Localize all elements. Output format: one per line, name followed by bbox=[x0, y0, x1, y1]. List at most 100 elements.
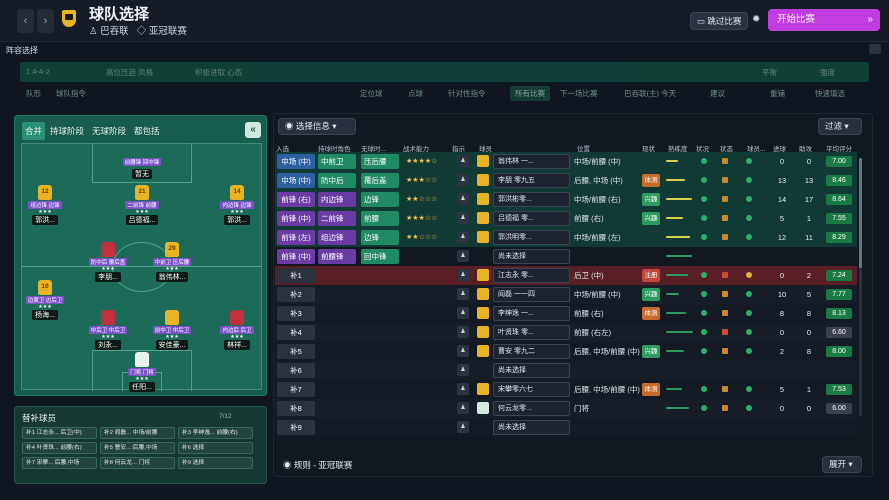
instruction-icon[interactable]: ♟ bbox=[457, 155, 469, 167]
position-slot-button[interactable]: 补9 bbox=[277, 420, 315, 435]
position-slot-button[interactable]: 补6 bbox=[277, 363, 315, 378]
player-select[interactable]: 曹安 零九二 bbox=[493, 344, 570, 359]
style-select[interactable]: 高位压迫 风格 bbox=[106, 67, 153, 78]
pitch-slot-rb[interactable]: 内边后 后卫 ★★★ 林祥... bbox=[217, 310, 257, 350]
position-slot-button[interactable]: 补7 bbox=[277, 382, 315, 397]
position-slot-button[interactable]: 补3 bbox=[277, 306, 315, 321]
instruction-icon[interactable]: ♟ bbox=[457, 288, 469, 300]
instruction-icon[interactable]: ♟ bbox=[457, 193, 469, 205]
position-slot-button[interactable]: 前锋 (中) bbox=[277, 211, 315, 226]
sub-chip[interactable]: 补3 李绅逸... 前腰(右) bbox=[178, 427, 253, 439]
tab-both[interactable]: 都包括 bbox=[131, 122, 163, 140]
player-select[interactable]: 宋攀零六七 bbox=[493, 382, 570, 397]
table-row[interactable]: 补7 ♟ 宋攀零六七 后腰, 中场/前腰 (中) 体测 5 1 7.53 bbox=[275, 380, 857, 399]
table-row[interactable]: 补6 ♟ 尚未选择 bbox=[275, 361, 857, 380]
tab-in-possession[interactable]: 持球阶段 bbox=[47, 122, 87, 140]
position-slot-button[interactable]: 中场 (中) bbox=[277, 173, 315, 188]
forward-button[interactable]: › bbox=[37, 9, 54, 33]
table-row[interactable]: 补2 ♟ 阎磊 一一四 中场/前腰 (中) 兴趣 10 5 7.77 bbox=[275, 285, 857, 304]
instruction-icon[interactable]: ♟ bbox=[457, 421, 469, 433]
all-matches-toggle[interactable]: 所有比赛 bbox=[510, 86, 550, 101]
in-possession-role[interactable]: 组边锋 bbox=[318, 230, 356, 245]
position-slot-button[interactable]: 补5 bbox=[277, 344, 315, 359]
pitch-slot-cb-r[interactable]: 前中卫 中后卫 ★★★ 安佳豪... bbox=[152, 310, 192, 350]
sub-chip[interactable]: 补7 宋攀... 后腰,中场 bbox=[22, 457, 97, 469]
player-select[interactable]: 尚未选择 bbox=[493, 363, 570, 378]
select-info-dropdown[interactable]: ◉ 选择信息 ▾ bbox=[278, 118, 356, 135]
mentality-select[interactable]: 积极进取 心态 bbox=[195, 67, 242, 78]
skip-match-button[interactable]: ▭ 跳过比赛 bbox=[690, 12, 748, 30]
rules-link[interactable]: ◉ 规则 - 亚冠联赛 bbox=[283, 459, 352, 471]
quick-pick-button[interactable]: 快速填选 bbox=[815, 88, 845, 99]
out-of-possession-role[interactable]: 回中锋 bbox=[361, 249, 399, 264]
position-slot-button[interactable]: 补4 bbox=[277, 325, 315, 340]
suggest-button[interactable]: 建议 bbox=[710, 88, 725, 99]
start-match-button[interactable]: 开始比赛» bbox=[768, 9, 880, 31]
sub-chip[interactable]: 补1 江志永... 后卫(中) bbox=[22, 427, 97, 439]
in-possession-role[interactable]: 防中后 bbox=[318, 173, 356, 188]
tab-out-of-possession[interactable]: 无球阶段 bbox=[89, 122, 129, 140]
instruction-icon[interactable]: ♟ bbox=[457, 402, 469, 414]
formation-select[interactable]: 1 4-4-2 bbox=[26, 67, 50, 76]
player-select[interactable]: 叶贤珠 零... bbox=[493, 325, 570, 340]
close-icon[interactable] bbox=[869, 44, 881, 54]
out-of-possession-role[interactable]: 前腰 bbox=[361, 211, 399, 226]
instruction-icon[interactable]: ♟ bbox=[457, 269, 469, 281]
back-button[interactable]: ‹ bbox=[17, 9, 34, 33]
collapse-panel-button[interactable]: « bbox=[245, 122, 261, 138]
filter-dropdown[interactable]: 过滤 ▾ bbox=[818, 118, 862, 135]
out-of-possession-role[interactable]: 边锋 bbox=[361, 192, 399, 207]
expand-button[interactable]: 展开 ▾ bbox=[822, 456, 862, 473]
set-pieces-button[interactable]: 定位球 bbox=[360, 88, 383, 99]
competition-link[interactable]: ◇ 亚冠联赛 bbox=[137, 23, 187, 37]
sub-chip[interactable]: 补6 选择 bbox=[178, 442, 253, 454]
table-row[interactable]: 中场 (中) 防中后 覆后盖 ★★★☆☆ ♟ 李朋 零九五 后腰, 中场 (中) 体测 13 13… bbox=[275, 171, 857, 190]
gear-icon[interactable]: ✹ bbox=[752, 14, 760, 25]
player-select[interactable]: 尚未选择 bbox=[493, 249, 570, 264]
opposition-instructions-button[interactable]: 针对性指令 bbox=[448, 88, 486, 99]
sub-chip[interactable]: 补2 阎磊... 中场/前腰 bbox=[100, 427, 175, 439]
sub-chip[interactable]: 补9 选择 bbox=[178, 457, 253, 469]
table-row[interactable]: 补4 ♟ 叶贤珠 零... 前腰 (右左) 0 0 6.60 bbox=[275, 323, 857, 342]
player-select[interactable]: 李绅逸 一... bbox=[493, 306, 570, 321]
team-link[interactable]: ♙ 巴吞联 bbox=[89, 23, 129, 37]
player-select[interactable]: 江志永 零... bbox=[493, 268, 570, 283]
in-possession-role[interactable]: 二前锋 bbox=[318, 211, 356, 226]
out-of-possession-role[interactable]: 覆后盖 bbox=[361, 173, 399, 188]
scroll-thumb[interactable] bbox=[859, 158, 862, 268]
pitch-slot-gk[interactable]: 门将 门将 ★★★ 任阳... bbox=[122, 352, 162, 392]
table-row[interactable]: 补9 ♟ 尚未选择 bbox=[275, 418, 857, 437]
pitch-slot-st[interactable]: 前腰锋 回中锋 暂无 bbox=[122, 157, 162, 179]
next-match-toggle[interactable]: 下一场比赛 bbox=[560, 88, 598, 99]
table-row[interactable]: 前锋 (中) 前腰锋 回中锋 ♟ 尚未选择 bbox=[275, 247, 857, 266]
pitch-slot-cb-l[interactable]: 中后卫 中后卫 ★★★ 刘永... bbox=[88, 310, 128, 350]
position-slot-button[interactable]: 补2 bbox=[277, 287, 315, 302]
in-possession-role[interactable]: 前腰锋 bbox=[318, 249, 356, 264]
table-row[interactable]: 补3 ♟ 李绅逸 一... 前腰 (右) 体测 8 8 8.13 bbox=[275, 304, 857, 323]
player-select[interactable]: 尚未选择 bbox=[493, 420, 570, 435]
player-select[interactable]: 吕德福 零... bbox=[493, 211, 570, 226]
instruction-icon[interactable]: ♟ bbox=[457, 174, 469, 186]
in-possession-role[interactable]: 内边锋 bbox=[318, 192, 356, 207]
instruction-icon[interactable]: ♟ bbox=[457, 326, 469, 338]
instruction-icon[interactable]: ♟ bbox=[457, 231, 469, 243]
sub-chip[interactable]: 补8 何云龙... 门将 bbox=[100, 457, 175, 469]
player-select[interactable]: 李朋 零九五 bbox=[493, 173, 570, 188]
player-select[interactable]: 阎磊 一一四 bbox=[493, 287, 570, 302]
table-row[interactable]: 补5 ♟ 曹安 零九二 后腰, 中场/前腰 (中) 兴趣 2 8 8.00 bbox=[275, 342, 857, 361]
table-row[interactable]: 前锋 (左) 组边锋 边锋 ★★☆☆☆ ♟ 郭洪明零... 中场/前腰 (左) 12 11 8.2… bbox=[275, 228, 857, 247]
pitch-slot-dm-l[interactable]: 防中后 覆后盖 ★★★ 李朋... bbox=[88, 242, 128, 282]
player-select[interactable]: 翁伟林 一... bbox=[493, 154, 570, 169]
player-select[interactable]: 郭洪明零... bbox=[493, 230, 570, 245]
pitch-slot-lw[interactable]: 12 组边锋 边锋 ★★★ 郭洪... bbox=[25, 185, 65, 225]
instruction-icon[interactable]: ♟ bbox=[457, 345, 469, 357]
player-select[interactable]: 何云龙零... bbox=[493, 401, 570, 416]
position-slot-button[interactable]: 前锋 (左) bbox=[277, 230, 315, 245]
position-slot-button[interactable]: 前锋 (中) bbox=[277, 249, 315, 264]
table-row[interactable]: 补8 ♟ 何云龙零... 门将 0 0 6.00 bbox=[275, 399, 857, 418]
tab-combined[interactable]: 合并 bbox=[22, 122, 46, 140]
position-slot-button[interactable]: 补1 bbox=[277, 268, 315, 283]
tab-formation[interactable]: 队形 bbox=[26, 88, 41, 99]
instruction-icon[interactable]: ♟ bbox=[457, 307, 469, 319]
penalties-button[interactable]: 点球 bbox=[408, 88, 423, 99]
